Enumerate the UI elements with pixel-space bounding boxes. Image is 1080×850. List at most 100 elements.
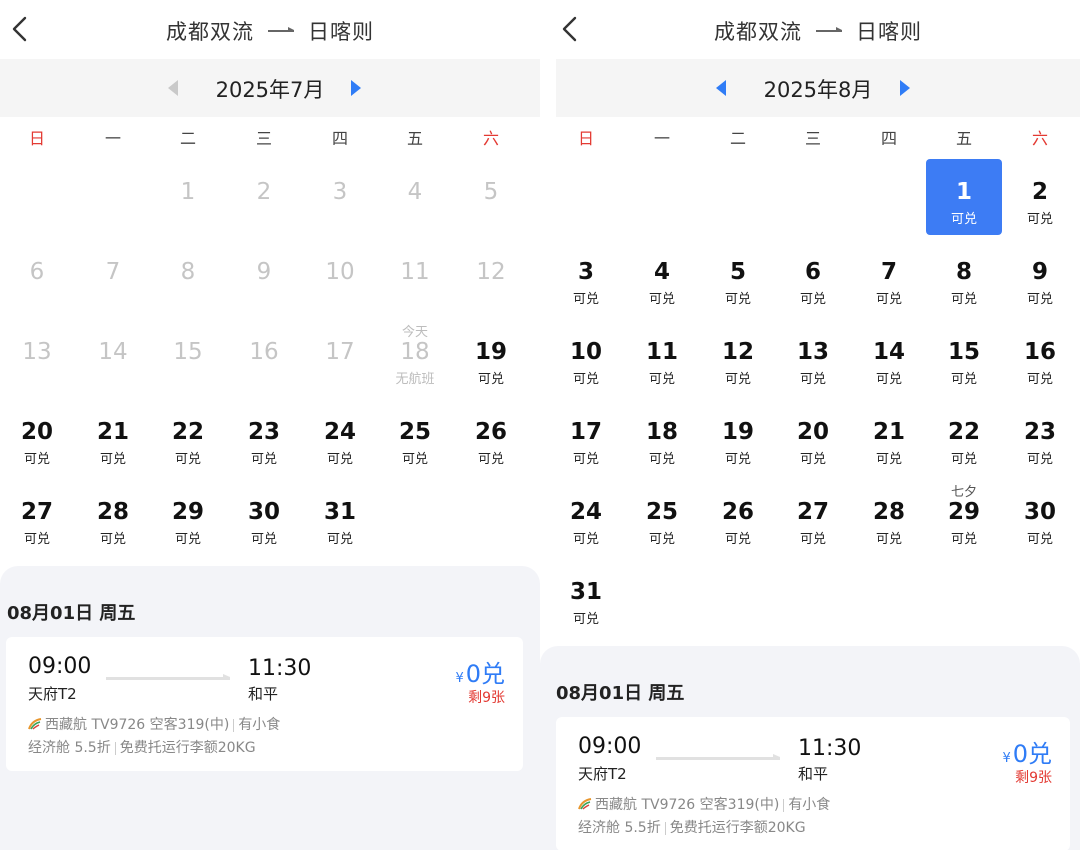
flight-line-arrow-icon	[656, 754, 780, 760]
day-number: 23	[1023, 419, 1056, 445]
calendar-day[interactable]: 3 可兑	[548, 239, 624, 315]
prev-month-icon[interactable]	[716, 80, 726, 96]
calendar-day[interactable]: 24 可兑	[548, 479, 624, 555]
calendar-day[interactable]: 26 可兑	[700, 479, 776, 555]
day-status: 可兑	[799, 452, 826, 467]
calendar-day[interactable]: 18 可兑	[624, 399, 700, 475]
calendar-day[interactable]: 5 可兑	[700, 239, 776, 315]
weekday-label: 六	[482, 129, 499, 148]
day-number: 21	[96, 419, 129, 445]
day-status: 可兑	[572, 372, 599, 387]
day-number: 13	[22, 339, 52, 365]
day-status: 可兑	[477, 452, 504, 467]
day-tag: 七夕	[950, 485, 977, 500]
calendar-day[interactable]: 12 可兑	[700, 319, 776, 395]
weekday-row: 日一二三四五六	[540, 117, 1080, 153]
day-number: 30	[247, 499, 280, 525]
day-status: 可兑	[572, 452, 599, 467]
next-month-icon[interactable]	[351, 80, 361, 96]
calendar-day[interactable]: 31 可兑	[302, 479, 378, 555]
calendar-day[interactable]: 26 可兑	[453, 399, 529, 475]
calendar-day[interactable]: 4 可兑	[624, 239, 700, 315]
calendar-day[interactable]: 20 可兑	[0, 399, 75, 475]
day-number: 30	[1023, 499, 1056, 525]
calendar-day[interactable]: 9 可兑	[1002, 239, 1078, 315]
departure-airport: 天府T2	[28, 685, 77, 703]
calendar-day: 10	[302, 239, 378, 315]
calendar-day[interactable]: 25 可兑	[377, 399, 453, 475]
day-number: 18	[400, 339, 430, 365]
flight-section: 08月01日 周五 09:00 11:30 天府T2 和平 ¥0兑 剩9张 西藏…	[0, 566, 540, 850]
day-status: 可兑	[875, 452, 902, 467]
price-value: 0兑	[465, 660, 505, 688]
calendar-day[interactable]: 21 可兑	[75, 399, 151, 475]
weekday-label: 五	[406, 129, 423, 148]
month-bar: 2025年8月	[556, 59, 1080, 117]
day-status: 可兑	[99, 452, 126, 467]
calendar-day[interactable]: 2 可兑	[1002, 159, 1078, 235]
calendar-day[interactable]: 29 可兑	[150, 479, 226, 555]
day-status: 可兑	[724, 532, 751, 547]
calendar-day[interactable]: 28 可兑	[75, 479, 151, 555]
calendar-day[interactable]: 24 可兑	[302, 399, 378, 475]
day-number: 22	[171, 419, 204, 445]
day-number: 14	[872, 339, 905, 365]
cabin-row: 经济舱 5.5折 免费托运行李额20KG	[28, 737, 256, 757]
calendar-day[interactable]: 27 可兑	[0, 479, 75, 555]
meal-info: 有小食	[788, 797, 831, 813]
route-title: 成都双流 日喀则	[0, 16, 540, 46]
seats-remaining: 剩9张	[1015, 770, 1052, 786]
calendar-day[interactable]: 16 可兑	[1002, 319, 1078, 395]
day-number: 14	[98, 339, 128, 365]
calendar-day[interactable]: 22 可兑	[150, 399, 226, 475]
day-status: 可兑	[799, 372, 826, 387]
calendar-day[interactable]: 21 可兑	[851, 399, 927, 475]
calendar-day[interactable]: 1 可兑	[926, 159, 1002, 235]
calendar-day[interactable]: 七夕 29 可兑	[926, 479, 1002, 555]
day-number: 29	[171, 499, 204, 525]
calendar-day[interactable]: 10 可兑	[548, 319, 624, 395]
day-number: 27	[796, 499, 829, 525]
calendar-day[interactable]: 31 可兑	[548, 559, 624, 635]
calendar-day[interactable]: 27 可兑	[775, 479, 851, 555]
calendar-day[interactable]: 17 可兑	[548, 399, 624, 475]
destination-city: 日喀则	[856, 20, 922, 44]
weekday-label: 五	[955, 129, 972, 148]
day-number: 13	[796, 339, 829, 365]
price: ¥0兑	[455, 654, 505, 689]
day-number: 6	[804, 259, 821, 285]
calendar-day[interactable]: 20 可兑	[775, 399, 851, 475]
calendar-day[interactable]: 19 可兑	[700, 399, 776, 475]
day-number: 28	[96, 499, 129, 525]
calendar-day[interactable]: 7 可兑	[851, 239, 927, 315]
calendar-day[interactable]: 15 可兑	[926, 319, 1002, 395]
departure-airport: 天府T2	[578, 765, 627, 783]
next-month-icon[interactable]	[900, 80, 910, 96]
flight-card[interactable]: 09:00 11:30 天府T2 和平 ¥0兑 剩9张 西藏航 TV9726 空…	[556, 717, 1070, 850]
calendar-day[interactable]: 19 可兑	[453, 319, 529, 395]
day-status: 可兑	[648, 372, 675, 387]
prev-month-icon[interactable]	[168, 80, 178, 96]
calendar-day[interactable]: 30 可兑	[1002, 479, 1078, 555]
calendar-day[interactable]: 23 可兑	[226, 399, 302, 475]
calendar-day[interactable]: 25 可兑	[624, 479, 700, 555]
calendar-day[interactable]: 11 可兑	[624, 319, 700, 395]
calendar-day[interactable]: 6 可兑	[775, 239, 851, 315]
day-number: 20	[20, 419, 53, 445]
day-number: 24	[569, 499, 602, 525]
top-bar: 成都双流 日喀则	[540, 0, 1080, 60]
flight-card[interactable]: 09:00 11:30 天府T2 和平 ¥0兑 剩9张 西藏航 TV9726 空…	[6, 637, 523, 771]
calendar-day[interactable]: 22 可兑	[926, 399, 1002, 475]
calendar-day[interactable]: 28 可兑	[851, 479, 927, 555]
calendar-day[interactable]: 14 可兑	[851, 319, 927, 395]
day-status: 可兑	[648, 532, 675, 547]
calendar-day[interactable]: 23 可兑	[1002, 399, 1078, 475]
departure-time: 09:00	[578, 734, 642, 759]
calendar-day: 5	[453, 159, 529, 235]
day-number: 29	[947, 499, 980, 525]
calendar-day[interactable]: 8 可兑	[926, 239, 1002, 315]
calendar-day[interactable]: 30 可兑	[226, 479, 302, 555]
calendar-day: 15	[150, 319, 226, 395]
flight-line-arrow-icon	[106, 674, 230, 680]
calendar-day[interactable]: 13 可兑	[775, 319, 851, 395]
